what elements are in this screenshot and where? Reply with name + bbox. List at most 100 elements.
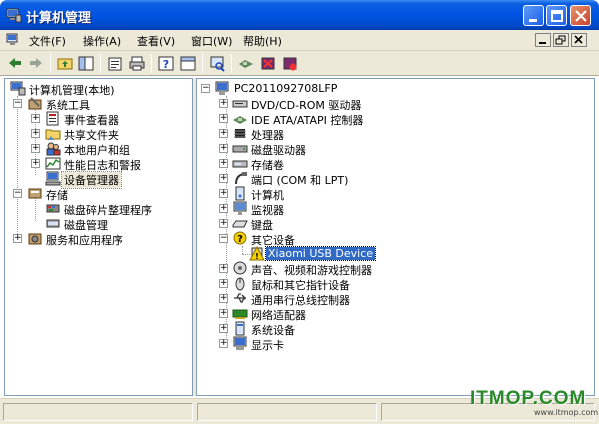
tree-node-disk-defragmenter[interactable]: 磁盘碎片整理程序 [5,201,190,217]
device-category-computer[interactable]: + 计算机 [197,186,592,202]
collapse-toggle[interactable]: − [201,84,210,93]
device-xiaomi-usb[interactable]: ! Xiaomi USB Device [197,246,592,261]
device-tree-pane[interactable]: − PC2011092708LFP + DVD/CD-ROM 驱动器 + IDE… [196,78,595,396]
expand-toggle[interactable]: + [219,129,228,138]
expand-toggle[interactable]: + [31,144,40,153]
disable-device-icon[interactable] [281,55,299,72]
device-category-ide[interactable]: + IDE ATA/ATAPI 控制器 [197,111,592,127]
watermark-logo: ITMOP.COM [470,388,587,409]
expand-toggle[interactable]: + [31,129,40,138]
storage-volume-icon [232,160,248,168]
mdi-close-button[interactable] [571,33,587,47]
mdi-restore-button[interactable] [553,33,569,47]
expand-toggle[interactable]: + [31,114,40,123]
toolbar-separator [50,54,51,73]
expand-toggle[interactable]: + [219,144,228,153]
update-driver-icon[interactable] [237,55,255,72]
close-button[interactable] [570,5,591,26]
menu-window[interactable]: 窗口(W) [191,33,232,49]
device-category-mice[interactable]: + 鼠标和其它指针设备 [197,276,592,292]
device-category-ports[interactable]: + 端口 (COM 和 LPT) [197,171,592,187]
expand-toggle[interactable]: + [219,204,228,213]
scan-hardware-icon[interactable] [208,55,226,72]
status-cell [197,403,377,421]
expand-toggle[interactable]: + [219,114,228,123]
minimize-button[interactable] [523,5,544,26]
tree-node-local-users[interactable]: + 本地用户和组 [5,141,190,157]
device-category-storage-volumes[interactable]: + 存储卷 [197,156,592,172]
menu-help[interactable]: 帮助(H) [243,33,282,49]
print-icon[interactable] [128,55,146,72]
expand-toggle[interactable]: + [219,324,228,333]
expand-toggle[interactable]: + [219,99,228,108]
collapse-toggle[interactable]: − [13,189,22,198]
title-bar[interactable]: 计算机管理 [0,0,599,30]
tree-node-system-tools[interactable]: − 系统工具 [5,96,190,112]
mdi-window-icon[interactable] [6,33,22,47]
show-hide-tree-icon[interactable] [77,55,95,72]
back-arrow-icon[interactable] [6,55,24,72]
collapse-toggle[interactable]: − [219,234,228,243]
device-category-dvd[interactable]: + DVD/CD-ROM 驱动器 [197,96,592,112]
device-category-display[interactable]: + 显示卡 [197,336,592,352]
ide-controller-icon [233,116,247,124]
expand-toggle[interactable]: + [31,159,40,168]
tree-node-services-applications[interactable]: + 服务和应用程序 [5,231,190,247]
display-adapter-icon [233,336,247,350]
device-category-other-devices[interactable]: − ? 其它设备 [197,231,592,247]
services-icon [28,233,42,245]
show-hide-action-pane-icon[interactable] [179,55,197,72]
console-tree-pane[interactable]: 计算机管理(本地) − 系统工具 + 事件查看器 + 共享文件夹 + 本地用户和… [4,78,193,396]
device-category-sound[interactable]: + 声音、视频和游戏控制器 [197,261,592,277]
minimize-icon [529,19,537,22]
svg-text:?: ? [237,234,243,245]
processor-icon [234,129,246,138]
maximize-button[interactable] [546,5,567,26]
device-category-usb[interactable]: + 通用串行总线控制器 [197,291,592,307]
device-category-network[interactable]: + 网络适配器 [197,306,592,322]
device-root-computer[interactable]: − PC2011092708LFP [197,81,592,96]
properties-icon[interactable] [106,55,124,72]
expand-toggle[interactable]: + [219,294,228,303]
computer-management-icon [10,81,26,96]
uninstall-device-icon[interactable] [259,55,277,72]
forward-arrow-icon[interactable] [27,55,45,72]
expand-toggle[interactable]: + [219,309,228,318]
network-adapter-icon [232,309,248,319]
tree-node-shared-folders[interactable]: + 共享文件夹 [5,126,190,142]
device-category-keyboards[interactable]: + 键盘 [197,216,592,232]
svg-text:!: ! [255,252,259,261]
expand-toggle[interactable]: + [219,264,228,273]
tree-node-computer-management[interactable]: 计算机管理(本地) [5,81,190,97]
tree-label: 服务和应用程序 [46,234,123,247]
expand-toggle[interactable]: + [219,159,228,168]
device-category-monitors[interactable]: + 监视器 [197,201,592,217]
help-icon[interactable]: ? [157,55,175,72]
expand-toggle[interactable]: + [219,174,228,183]
up-folder-icon[interactable] [56,55,74,72]
expand-toggle[interactable]: + [13,234,22,243]
tree-node-disk-management[interactable]: 磁盘管理 [5,216,190,232]
device-category-system-devices[interactable]: + 系统设备 [197,321,592,337]
expand-toggle[interactable]: + [219,219,228,228]
tree-node-device-manager[interactable]: 设备管理器 [5,171,190,189]
users-icon [46,142,61,156]
toolbar: ? [0,51,599,76]
system-device-icon [235,321,245,336]
expand-toggle[interactable]: + [219,339,228,348]
tree-node-performance-logs[interactable]: + 性能日志和警报 [5,156,190,172]
menu-view[interactable]: 查看(V) [137,33,175,49]
tree-node-storage[interactable]: − 存储 [5,186,190,202]
event-viewer-icon [46,111,59,126]
menu-file[interactable]: 文件(F) [29,33,66,49]
collapse-toggle[interactable]: − [13,99,22,108]
tree-node-event-viewer[interactable]: + 事件查看器 [5,111,190,127]
mouse-icon [235,277,245,291]
expand-toggle[interactable]: + [219,189,228,198]
menu-action[interactable]: 操作(A) [83,33,121,49]
mdi-minimize-button[interactable] [535,33,551,47]
device-category-processor[interactable]: + 处理器 [197,126,592,142]
expand-toggle[interactable]: + [219,279,228,288]
device-category-disk-drives[interactable]: + 磁盘驱动器 [197,141,592,157]
close-icon [575,10,587,22]
